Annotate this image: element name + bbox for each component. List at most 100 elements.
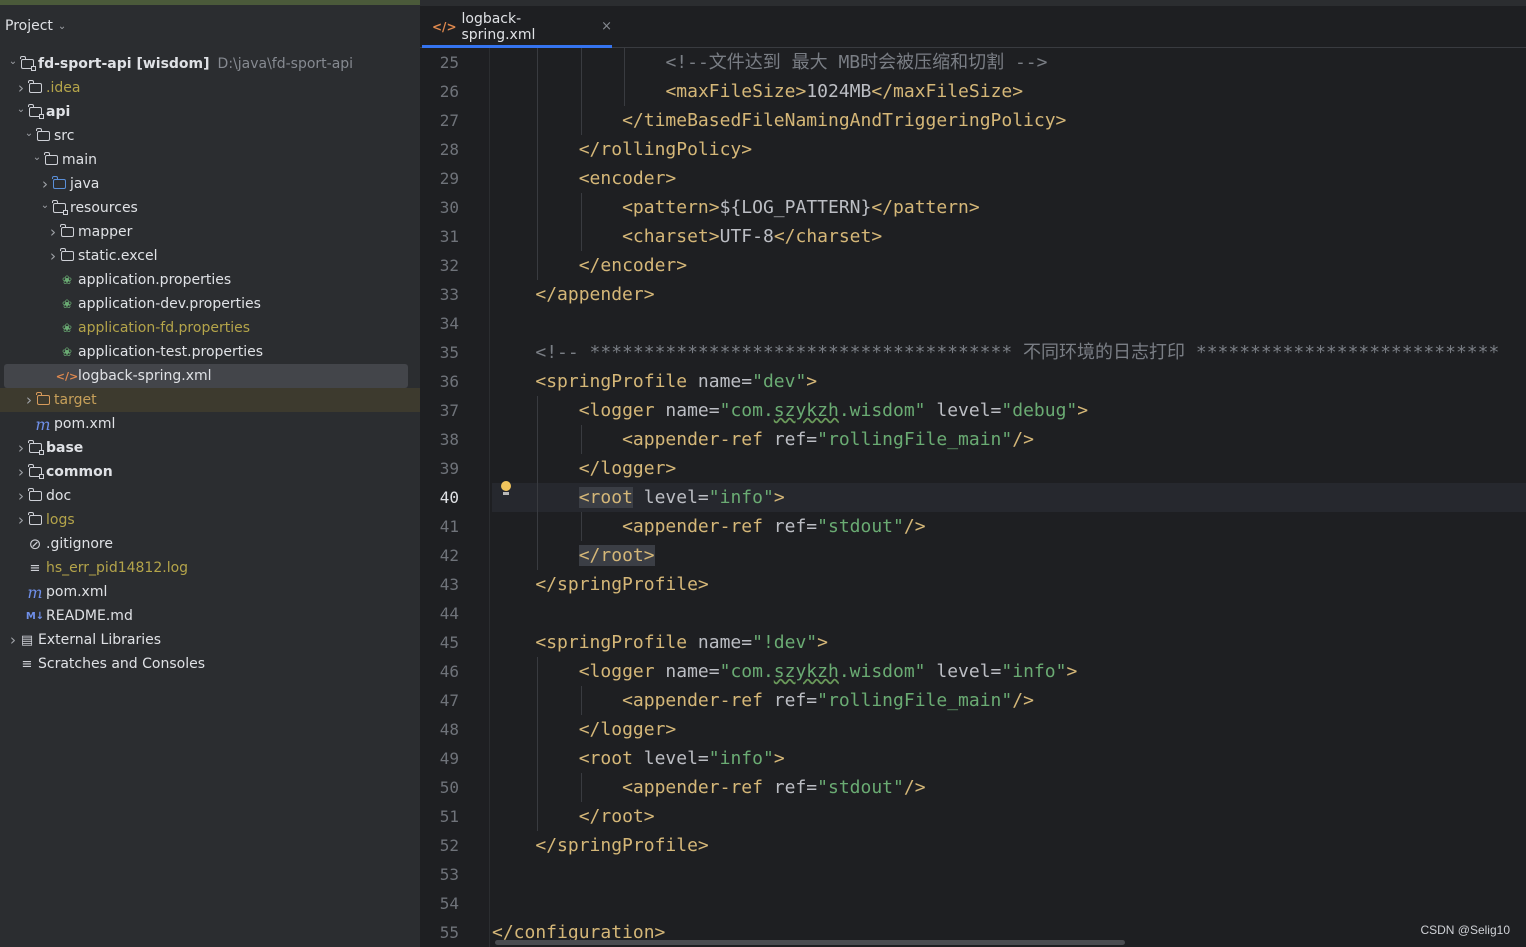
tree-node[interactable]: › target <box>0 388 420 412</box>
code-line[interactable]: <appender-ref ref="stdout"/> <box>622 773 925 802</box>
code-line[interactable]: <root level="info"> <box>579 744 785 773</box>
line-number[interactable]: 55 <box>409 918 459 947</box>
code-line[interactable]: <appender-ref ref="rollingFile_main"/> <box>622 686 1034 715</box>
chevron-right-icon[interactable]: › <box>15 79 27 97</box>
tree-node[interactable]: ⌄ main <box>0 148 420 172</box>
chevron-down-icon[interactable]: ⌄ <box>39 200 51 211</box>
code-line[interactable]: <encoder> <box>579 164 677 193</box>
line-number[interactable]: 54 <box>409 889 459 918</box>
chevron-right-icon[interactable]: › <box>15 439 27 457</box>
line-number[interactable]: 44 <box>409 599 459 628</box>
chevron-right-icon[interactable]: › <box>7 631 19 649</box>
line-number[interactable]: 37 <box>409 396 459 425</box>
code-line[interactable]: </logger> <box>579 715 677 744</box>
code-line[interactable]: </encoder> <box>579 251 687 280</box>
tree-node[interactable]: M↓ README.md <box>0 604 420 628</box>
close-icon[interactable]: × <box>601 19 612 34</box>
code-line[interactable]: <pattern>${LOG_PATTERN}</pattern> <box>622 193 980 222</box>
tree-node[interactable]: ⌄ resources <box>0 196 420 220</box>
tree-node[interactable]: ❀ application-fd.properties <box>0 316 420 340</box>
line-number[interactable]: 51 <box>409 802 459 831</box>
tree-node[interactable]: › logs <box>0 508 420 532</box>
code-line[interactable]: <charset>UTF-8</charset> <box>622 222 882 251</box>
chevron-down-icon[interactable]: ⌄ <box>7 56 19 67</box>
tree-node[interactable]: ⌄ api <box>0 100 420 124</box>
code-line[interactable]: </root> <box>578 541 655 570</box>
line-number[interactable]: 25 <box>409 48 459 77</box>
chevron-right-icon[interactable]: › <box>39 175 51 193</box>
code-line[interactable]: <maxFileSize>1024MB</maxFileSize> <box>665 77 1023 106</box>
chevron-right-icon[interactable]: › <box>15 511 27 529</box>
tree-node[interactable]: ≡ Scratches and Consoles <box>0 652 420 676</box>
line-number[interactable]: 42 <box>409 541 459 570</box>
lightbulb-icon[interactable] <box>500 481 512 497</box>
line-number[interactable]: 27 <box>409 106 459 135</box>
tree-node[interactable]: ❀ application-test.properties <box>0 340 420 364</box>
code-line[interactable]: </appender> <box>535 280 654 309</box>
code-line[interactable]: <logger name="com.szykzh.wisdom" level="… <box>579 396 1088 425</box>
tree-node[interactable]: m pom.xml <box>0 580 420 604</box>
line-number[interactable]: 53 <box>409 860 459 889</box>
line-number[interactable]: 38 <box>409 425 459 454</box>
code-line[interactable]: </timeBasedFileNamingAndTriggeringPolicy… <box>622 106 1066 135</box>
tree-node[interactable]: </> logback-spring.xml <box>4 364 408 388</box>
line-number[interactable]: 28 <box>409 135 459 164</box>
horizontal-scrollbar[interactable] <box>495 940 1125 945</box>
line-number[interactable]: 48 <box>409 715 459 744</box>
chevron-down-icon[interactable]: ⌄ <box>31 152 43 163</box>
code-line[interactable]: <!-- ***********************************… <box>535 338 1499 367</box>
code-area[interactable]: <!--文件达到 最大 MB时会被压缩和切割 --> <maxFileSize>1… <box>492 48 1526 947</box>
line-number[interactable]: 31 <box>409 222 459 251</box>
code-line[interactable]: <logger name="com.szykzh.wisdom" level="… <box>579 657 1078 686</box>
line-number[interactable]: 43 <box>409 570 459 599</box>
project-view-selector[interactable]: Project ⌄ <box>0 6 420 46</box>
tree-node[interactable]: › common <box>0 460 420 484</box>
line-number[interactable]: 33 <box>409 280 459 309</box>
code-line[interactable]: </logger> <box>579 454 677 483</box>
line-number[interactable]: 36 <box>409 367 459 396</box>
tree-node[interactable]: m pom.xml <box>0 412 420 436</box>
line-number[interactable]: 34 <box>409 309 459 338</box>
tree-node[interactable]: ⌄ src <box>0 124 420 148</box>
chevron-right-icon[interactable]: › <box>15 487 27 505</box>
line-number-gutter[interactable]: 25 26 27 28 29 30 31 32 33 34 35 36 37 38 39 40 41 42 43 44… <box>420 48 490 947</box>
line-number[interactable]: 35 <box>409 338 459 367</box>
code-line[interactable]: <springProfile name="dev"> <box>535 367 817 396</box>
code-line[interactable]: <!--文件达到 最大 MB时会被压缩和切割 --> <box>665 48 1047 77</box>
tree-node[interactable]: › java <box>0 172 420 196</box>
line-number[interactable]: 47 <box>409 686 459 715</box>
code-line[interactable]: <root level="info"> <box>578 483 785 512</box>
tree-node[interactable]: › base <box>0 436 420 460</box>
code-line[interactable]: <appender-ref ref="rollingFile_main"/> <box>622 425 1034 454</box>
line-number[interactable]: 30 <box>409 193 459 222</box>
code-line[interactable]: </rollingPolicy> <box>579 135 752 164</box>
line-number[interactable]: 32 <box>409 251 459 280</box>
chevron-right-icon[interactable]: › <box>47 247 59 265</box>
line-number[interactable]: 29 <box>409 164 459 193</box>
code-line[interactable]: </springProfile> <box>535 570 708 599</box>
chevron-down-icon[interactable]: ⌄ <box>58 21 66 32</box>
tree-node[interactable]: › mapper <box>0 220 420 244</box>
tree-node[interactable]: ⌄ fd-sport-api [wisdom] D:\java\fd-sport-a… <box>0 52 420 76</box>
line-number[interactable]: 40 <box>409 483 459 512</box>
line-number[interactable]: 50 <box>409 773 459 802</box>
code-line[interactable]: </springProfile> <box>535 831 708 860</box>
tree-node[interactable]: › ▤ External Libraries <box>0 628 420 652</box>
line-number[interactable]: 39 <box>409 454 459 483</box>
tree-node[interactable]: › doc <box>0 484 420 508</box>
code-line[interactable]: </root> <box>579 802 655 831</box>
chevron-down-icon[interactable]: ⌄ <box>23 128 35 139</box>
line-number[interactable]: 49 <box>409 744 459 773</box>
tab-logback-spring-xml[interactable]: </> logback-spring.xml × <box>422 6 612 47</box>
code-line[interactable]: <appender-ref ref="stdout"/> <box>622 512 925 541</box>
line-number[interactable]: 52 <box>409 831 459 860</box>
code-line[interactable]: <springProfile name="!dev"> <box>535 628 828 657</box>
tree-node[interactable]: › static.excel <box>0 244 420 268</box>
line-number[interactable]: 41 <box>409 512 459 541</box>
tree-node[interactable]: ⊘ .gitignore <box>0 532 420 556</box>
tree-node[interactable]: ❀ application.properties <box>0 268 420 292</box>
chevron-right-icon[interactable]: › <box>23 391 35 409</box>
line-number[interactable]: 45 <box>409 628 459 657</box>
chevron-right-icon[interactable]: › <box>47 223 59 241</box>
line-number[interactable]: 26 <box>409 77 459 106</box>
